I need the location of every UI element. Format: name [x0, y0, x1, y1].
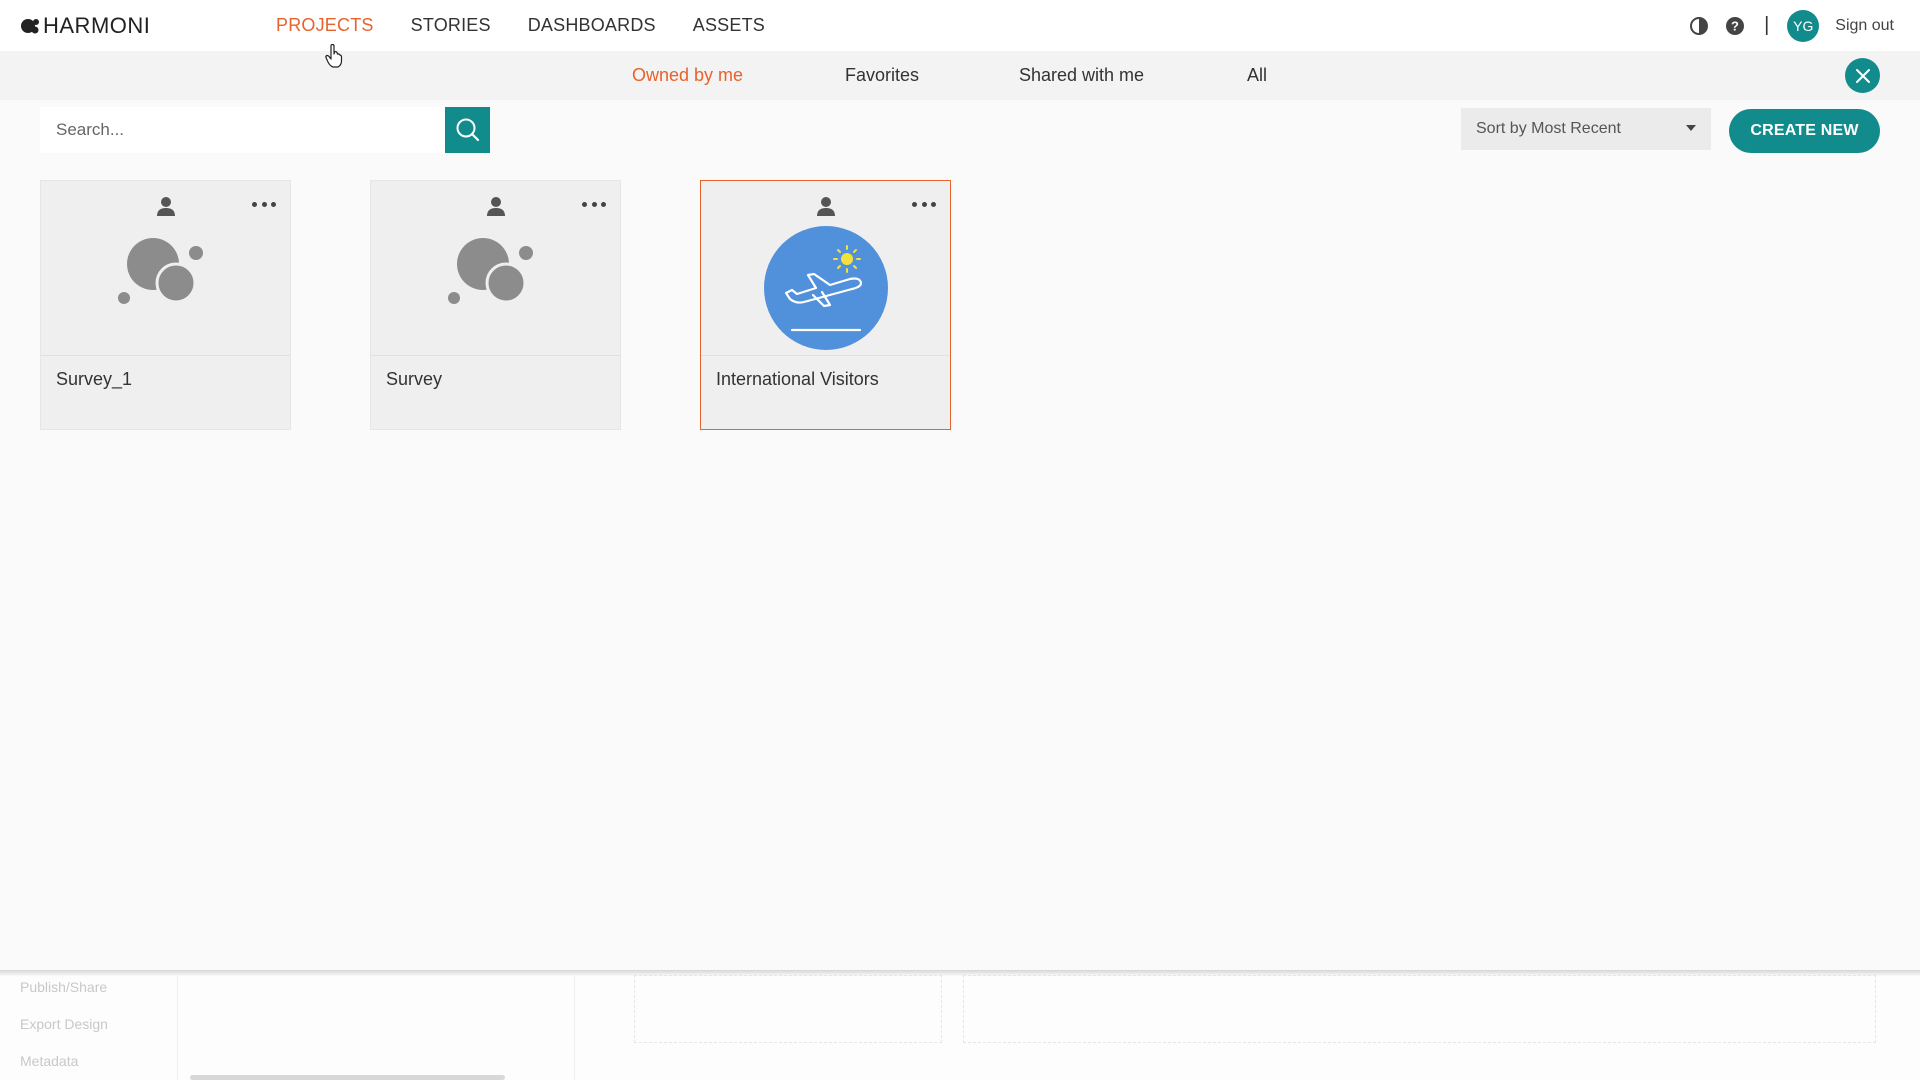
search-input[interactable]: [40, 107, 445, 153]
sort-dropdown-value: Sort by Most Recent: [1476, 120, 1621, 137]
top-navbar: HARMONI PROJECTS STORIES DASHBOARDS ASSE…: [0, 0, 1920, 51]
toolbar-separator: |: [1764, 14, 1770, 36]
horizontal-scrollbar[interactable]: [190, 1075, 505, 1080]
app-logo[interactable]: HARMONI: [20, 13, 151, 38]
sort-dropdown[interactable]: Sort by Most Recent: [1461, 108, 1711, 150]
project-title: Survey_1: [56, 369, 133, 389]
search-bar: [40, 107, 490, 153]
project-card-preview: [41, 181, 290, 356]
create-new-button[interactable]: CREATE NEW: [1729, 109, 1880, 153]
owner-icon: [487, 197, 505, 216]
close-icon: [1855, 68, 1870, 83]
svg-text:?: ?: [1731, 18, 1739, 33]
nav-dashboards[interactable]: DASHBOARDS: [528, 15, 656, 36]
contrast-icon[interactable]: [1688, 15, 1710, 37]
chevron-down-icon: [1686, 125, 1696, 131]
filter-tabs-bar: [0, 51, 1920, 100]
close-button[interactable]: [1845, 58, 1880, 93]
tab-all[interactable]: All: [1247, 65, 1267, 86]
project-card[interactable]: International Visitors: [700, 180, 951, 430]
help-icon[interactable]: ?: [1724, 15, 1746, 37]
bubbles-icon: [118, 238, 203, 304]
owner-icon: [157, 197, 175, 216]
project-card-preview: [371, 181, 620, 356]
user-tools: ? | YG Sign out: [1674, 0, 1894, 51]
search-button[interactable]: [445, 107, 490, 153]
nav-stories[interactable]: STORIES: [411, 15, 491, 36]
app-logo-text: HARMONI: [43, 13, 151, 38]
bubbles-icon: [448, 238, 533, 304]
hand-cursor-icon: [325, 44, 343, 68]
menu-item-publish-share[interactable]: Publish/Share: [20, 979, 107, 995]
project-title: International Visitors: [716, 369, 879, 389]
nav-assets[interactable]: ASSETS: [693, 15, 765, 36]
editor-drop-zone: [634, 975, 942, 1043]
project-card-preview: [701, 181, 950, 356]
search-icon: [456, 118, 479, 142]
project-title: Survey: [386, 369, 443, 389]
tab-favorites[interactable]: Favorites: [845, 65, 919, 86]
nav-projects[interactable]: PROJECTS: [276, 15, 374, 36]
project-card[interactable]: Survey_1: [40, 180, 291, 430]
signout-link[interactable]: Sign out: [1835, 17, 1894, 35]
menu-item-export-design[interactable]: Export Design: [20, 1016, 108, 1032]
owner-icon: [817, 197, 835, 216]
main-nav: PROJECTS STORIES DASHBOARDS ASSETS: [276, 0, 802, 51]
editor-canvas-zone: [963, 975, 1876, 1043]
more-options-icon[interactable]: [912, 197, 936, 211]
project-card[interactable]: Survey: [370, 180, 621, 430]
editor-middle-pane: [179, 975, 575, 1080]
airplane-icon: [764, 226, 888, 350]
tab-shared-with-me[interactable]: Shared with me: [1019, 65, 1144, 86]
more-options-icon[interactable]: [252, 197, 276, 211]
user-avatar[interactable]: YG: [1787, 9, 1820, 42]
tab-owned-by-me[interactable]: Owned by me: [632, 65, 743, 86]
menu-item-metadata[interactable]: Metadata: [20, 1053, 78, 1069]
harmoni-logo-icon: [21, 19, 39, 34]
more-options-icon[interactable]: [582, 197, 606, 211]
